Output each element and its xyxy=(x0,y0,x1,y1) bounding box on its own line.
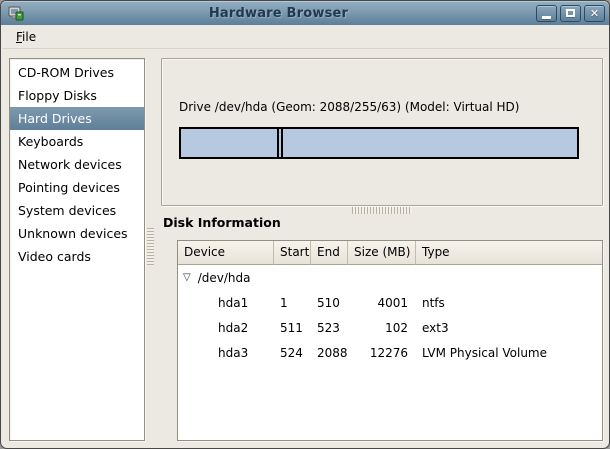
start-cell: 1 xyxy=(274,296,311,310)
disk-information-heading: Disk Information xyxy=(163,215,281,230)
sidebar-item-hard-drives[interactable]: Hard Drives xyxy=(10,107,144,130)
type-cell: ntfs xyxy=(416,296,602,310)
expander-icon[interactable]: ▽ xyxy=(183,273,191,283)
table-row-hda3[interactable]: hda3524208812276LVM Physical Volume xyxy=(178,340,602,365)
drive-panel: Drive /dev/hda (Geom: 2088/255/63) (Mode… xyxy=(161,58,603,206)
partition-segment-hda3[interactable] xyxy=(281,129,577,157)
close-icon: ✕ xyxy=(590,8,599,19)
sidebar-item-cd-rom-drives[interactable]: CD-ROM Drives xyxy=(10,61,144,84)
drive-geometry-label: Drive /dev/hda (Geom: 2088/255/63) (Mode… xyxy=(179,100,519,114)
partition-table-header: DeviceStartEndSize (MB)Type xyxy=(178,241,602,265)
close-button[interactable]: ✕ xyxy=(584,5,605,22)
partition-segment-hda1[interactable] xyxy=(181,129,277,157)
end-cell: 523 xyxy=(311,321,348,335)
sidebar-item-keyboards[interactable]: Keyboards xyxy=(10,130,144,153)
device-category-list[interactable]: CD-ROM DrivesFloppy DisksHard DrivesKeyb… xyxy=(9,58,145,441)
partition-table: DeviceStartEndSize (MB)Type ▽ /dev/hda hda… xyxy=(177,240,603,441)
device-cell: hda1 xyxy=(178,296,274,310)
sidebar-item-video-cards[interactable]: Video cards xyxy=(10,245,144,268)
column-header-device[interactable]: Device xyxy=(178,241,274,265)
start-cell: 511 xyxy=(274,321,311,335)
sidebar-item-network-devices[interactable]: Network devices xyxy=(10,153,144,176)
maximize-icon xyxy=(566,9,575,17)
minimize-icon xyxy=(542,16,551,19)
type-cell: ext3 xyxy=(416,321,602,335)
end-cell: 2088 xyxy=(311,346,348,360)
sidebar-item-floppy-disks[interactable]: Floppy Disks xyxy=(10,84,144,107)
type-cell: LVM Physical Volume xyxy=(416,346,602,360)
titlebar[interactable]: Hardware Browser ✕ xyxy=(1,1,609,25)
root-device-name: /dev/hda xyxy=(198,271,251,285)
device-cell: hda3 xyxy=(178,346,274,360)
hardware-browser-app-icon xyxy=(7,5,24,22)
window-title: Hardware Browser xyxy=(24,6,533,21)
start-cell: 524 xyxy=(274,346,311,360)
size-cell: 4001 xyxy=(348,296,416,310)
column-header-end[interactable]: End xyxy=(311,241,348,265)
sidebar-item-unknown-devices[interactable]: Unknown devices xyxy=(10,222,144,245)
device-cell: hda2 xyxy=(178,321,274,335)
sidebar-item-system-devices[interactable]: System devices xyxy=(10,199,144,222)
hardware-browser-window: Hardware Browser ✕ File CD-ROM DrivesFlo… xyxy=(0,0,610,449)
minimize-button[interactable] xyxy=(536,5,557,22)
size-cell: 12276 xyxy=(348,346,416,360)
file-menu[interactable]: File xyxy=(8,27,44,47)
vertical-pane-splitter-handle[interactable] xyxy=(147,228,154,266)
table-row-hda2[interactable]: hda2511523102ext3 xyxy=(178,315,602,340)
column-header-start[interactable]: Start xyxy=(274,241,311,265)
disk-partition-bar[interactable] xyxy=(179,127,579,159)
root-device-cell: ▽ /dev/hda xyxy=(178,271,602,285)
end-cell: 510 xyxy=(311,296,348,310)
maximize-button[interactable] xyxy=(560,5,581,22)
menubar: File xyxy=(2,25,608,49)
column-header-type[interactable]: Type xyxy=(416,241,602,265)
partition-table-body: ▽/dev/hdahda115104001ntfshda2511523102ex… xyxy=(178,265,602,365)
sidebar-item-pointing-devices[interactable]: Pointing devices xyxy=(10,176,144,199)
horizontal-pane-splitter-handle[interactable] xyxy=(352,207,412,214)
column-header-size-mb-[interactable]: Size (MB) xyxy=(348,241,416,265)
table-row-hda1[interactable]: hda115104001ntfs xyxy=(178,290,602,315)
size-cell: 102 xyxy=(348,321,416,335)
table-row-root-device[interactable]: ▽ /dev/hda xyxy=(178,265,602,290)
